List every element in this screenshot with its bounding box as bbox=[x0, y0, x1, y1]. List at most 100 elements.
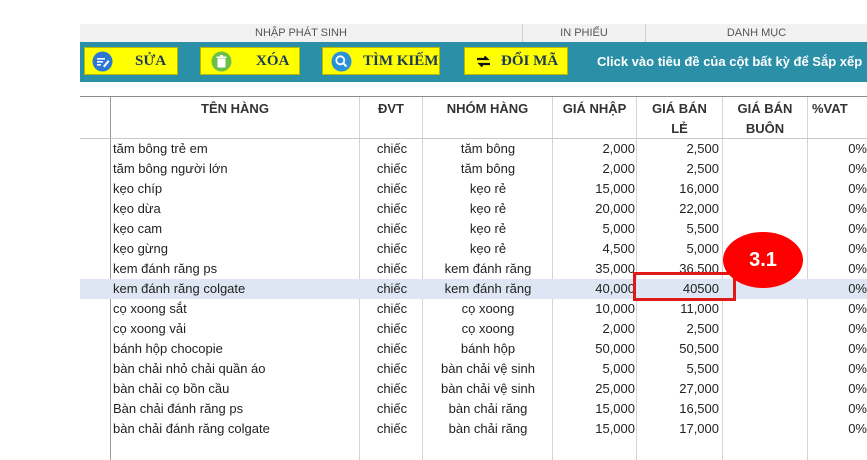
cell-buy-price[interactable]: 20,000 bbox=[553, 199, 635, 219]
cell-name[interactable]: kem đánh răng ps bbox=[113, 259, 358, 279]
cell-dvt[interactable]: chiếc bbox=[361, 339, 423, 359]
edit-button[interactable]: SỬA bbox=[84, 47, 178, 75]
cell-dvt[interactable]: chiếc bbox=[361, 159, 423, 179]
cell-dvt[interactable]: chiếc bbox=[361, 239, 423, 259]
cell-buy-price[interactable]: 5,000 bbox=[553, 219, 635, 239]
delete-button[interactable]: XÓA bbox=[200, 47, 300, 75]
cell-name[interactable]: bàn chải nhỏ chải quần áo bbox=[113, 359, 358, 379]
cell-buy-price[interactable]: 10,000 bbox=[553, 299, 635, 319]
search-button[interactable]: TÌM KIẾM bbox=[322, 47, 440, 75]
cell-dvt[interactable]: chiếc bbox=[361, 179, 423, 199]
cell-buy-price[interactable]: 25,000 bbox=[553, 379, 635, 399]
table-row[interactable]: bánh hộp chocopie chiếc bánh hộp 50,000 50,5… bbox=[80, 339, 867, 359]
cell-buy-price[interactable]: 35,000 bbox=[553, 259, 635, 279]
cell-name[interactable]: kẹo chíp bbox=[113, 179, 358, 199]
cell-wholesale-price[interactable] bbox=[723, 319, 807, 339]
cell-group[interactable]: bàn chải vệ sinh bbox=[424, 379, 552, 399]
cell-buy-price[interactable]: 50,000 bbox=[553, 339, 635, 359]
cell-vat[interactable]: 0% bbox=[809, 139, 867, 159]
cell-dvt[interactable]: chiếc bbox=[361, 139, 423, 159]
table-row[interactable]: tăm bông người lớn chiếc tăm bông 2,000 2,50… bbox=[80, 159, 867, 179]
cell-dvt[interactable]: chiếc bbox=[361, 259, 423, 279]
cell-name[interactable]: cọ xoong sắt bbox=[113, 299, 358, 319]
cell-retail-price[interactable]: 22,000 bbox=[637, 199, 719, 219]
cell-vat[interactable]: 0% bbox=[809, 379, 867, 399]
cell-vat[interactable]: 0% bbox=[809, 159, 867, 179]
cell-buy-price[interactable]: 2,000 bbox=[553, 159, 635, 179]
col-header-dvt[interactable]: ĐVT bbox=[360, 99, 422, 119]
cell-buy-price[interactable]: 15,000 bbox=[553, 179, 635, 199]
table-row[interactable]: tăm bông trẻ em chiếc tăm bông 2,000 2,500 0% bbox=[80, 139, 867, 159]
col-header-vat[interactable]: %VAT bbox=[808, 99, 867, 119]
cell-wholesale-price[interactable] bbox=[723, 159, 807, 179]
cell-dvt[interactable]: chiếc bbox=[361, 279, 423, 299]
cell-retail-price[interactable]: 50,500 bbox=[637, 339, 719, 359]
cell-group[interactable]: kẹo rẻ bbox=[424, 219, 552, 239]
cell-wholesale-price[interactable] bbox=[723, 339, 807, 359]
table-row[interactable]: cọ xoong sắt chiếc cọ xoong 10,000 11,000 0% bbox=[80, 299, 867, 319]
cell-group[interactable]: cọ xoong bbox=[424, 319, 552, 339]
cell-group[interactable]: kẹo rẻ bbox=[424, 179, 552, 199]
cell-name[interactable]: tăm bông người lớn bbox=[113, 159, 358, 179]
cell-dvt[interactable]: chiếc bbox=[361, 199, 423, 219]
table-row[interactable]: bàn chải cọ bồn cầu chiếc bàn chải vệ sinh… bbox=[80, 379, 867, 399]
cell-name[interactable]: bánh hộp chocopie bbox=[113, 339, 358, 359]
cell-vat[interactable]: 0% bbox=[809, 279, 867, 299]
cell-retail-price[interactable]: 2,500 bbox=[637, 159, 719, 179]
cell-buy-price[interactable]: 40,000 bbox=[553, 279, 635, 299]
cell-dvt[interactable]: chiếc bbox=[361, 219, 423, 239]
cell-name[interactable]: kem đánh răng colgate bbox=[113, 279, 358, 299]
cell-group[interactable]: bàn chải vệ sinh bbox=[424, 359, 552, 379]
cell-buy-price[interactable]: 15,000 bbox=[553, 419, 635, 439]
col-header-wholesale-price[interactable]: GIÁ BÁN BUÔN bbox=[723, 99, 807, 139]
cell-name[interactable]: cọ xoong vải bbox=[113, 319, 358, 339]
cell-dvt[interactable]: chiếc bbox=[361, 379, 423, 399]
cell-group[interactable]: tăm bông bbox=[424, 139, 552, 159]
cell-retail-price[interactable]: 2,500 bbox=[637, 319, 719, 339]
cell-vat[interactable]: 0% bbox=[809, 299, 867, 319]
cell-retail-price[interactable]: 5,500 bbox=[637, 359, 719, 379]
cell-buy-price[interactable]: 15,000 bbox=[553, 399, 635, 419]
table-row[interactable]: kẹo dừa chiếc kẹo rẻ 20,000 22,000 0% bbox=[80, 199, 867, 219]
cell-retail-price[interactable]: 27,000 bbox=[637, 379, 719, 399]
cell-dvt[interactable]: chiếc bbox=[361, 399, 423, 419]
cell-buy-price[interactable]: 4,500 bbox=[553, 239, 635, 259]
cell-group[interactable]: kem đánh răng bbox=[424, 279, 552, 299]
cell-name[interactable]: tăm bông trẻ em bbox=[113, 139, 358, 159]
cell-wholesale-price[interactable] bbox=[723, 299, 807, 319]
cell-wholesale-price[interactable] bbox=[723, 179, 807, 199]
cell-dvt[interactable]: chiếc bbox=[361, 299, 423, 319]
cell-name[interactable]: bàn chải đánh răng colgate bbox=[113, 419, 358, 439]
cell-vat[interactable]: 0% bbox=[809, 239, 867, 259]
cell-retail-price[interactable]: 11,000 bbox=[637, 299, 719, 319]
cell-wholesale-price[interactable] bbox=[723, 199, 807, 219]
cell-vat[interactable]: 0% bbox=[809, 219, 867, 239]
cell-vat[interactable]: 0% bbox=[809, 259, 867, 279]
cell-vat[interactable]: 0% bbox=[809, 419, 867, 439]
col-header-buy-price[interactable]: GIÁ NHẬP bbox=[553, 99, 636, 119]
cell-group[interactable]: kẹo rẻ bbox=[424, 199, 552, 219]
cell-wholesale-price[interactable] bbox=[723, 139, 807, 159]
cell-group[interactable]: bàn chải răng bbox=[424, 419, 552, 439]
cell-name[interactable]: kẹo cam bbox=[113, 219, 358, 239]
cell-dvt[interactable]: chiếc bbox=[361, 419, 423, 439]
cell-retail-price[interactable]: 16,500 bbox=[637, 399, 719, 419]
cell-vat[interactable]: 0% bbox=[809, 339, 867, 359]
cell-group[interactable]: cọ xoong bbox=[424, 299, 552, 319]
cell-group[interactable]: tăm bông bbox=[424, 159, 552, 179]
table-row[interactable]: cọ xoong vải chiếc cọ xoong 2,000 2,500 0% bbox=[80, 319, 867, 339]
table-row[interactable]: bàn chải nhỏ chải quần áo chiếc bàn chải v… bbox=[80, 359, 867, 379]
cell-name[interactable]: bàn chải cọ bồn cầu bbox=[113, 379, 358, 399]
cell-vat[interactable]: 0% bbox=[809, 199, 867, 219]
cell-name[interactable]: kẹo dừa bbox=[113, 199, 358, 219]
cell-wholesale-price[interactable] bbox=[723, 379, 807, 399]
cell-name[interactable]: kẹo gừng bbox=[113, 239, 358, 259]
cell-buy-price[interactable]: 5,000 bbox=[553, 359, 635, 379]
cell-retail-price[interactable]: 2,500 bbox=[637, 139, 719, 159]
menu-nhap-phat-sinh[interactable]: NHẬP PHÁT SINH bbox=[80, 24, 523, 42]
cell-group[interactable]: bàn chải răng bbox=[424, 399, 552, 419]
cell-group[interactable]: bánh hộp bbox=[424, 339, 552, 359]
cell-wholesale-price[interactable] bbox=[723, 419, 807, 439]
cell-retail-price[interactable]: 17,000 bbox=[637, 419, 719, 439]
cell-retail-price[interactable]: 5,000 bbox=[637, 239, 719, 259]
